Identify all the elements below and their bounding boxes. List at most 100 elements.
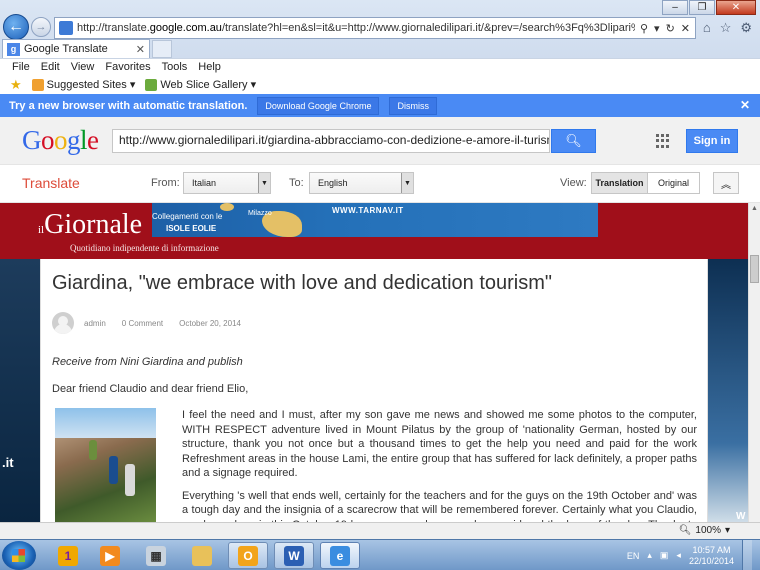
chevron-down-icon: ▼ — [401, 173, 413, 193]
close-window-icon[interactable]: ✕ — [716, 0, 756, 15]
article-comments[interactable]: 0 Comment — [122, 319, 163, 328]
stop-icon[interactable]: ✕ — [681, 22, 690, 35]
translate-title[interactable]: Translate — [22, 175, 80, 191]
zoom-control[interactable]: 🔍︎ 100% ▾ — [679, 525, 730, 536]
favorites-star-icon[interactable]: ★ — [10, 77, 22, 93]
taskbar-app-outlook[interactable]: O — [228, 542, 268, 569]
status-bar: 🔍︎ 100% ▾ — [0, 522, 760, 539]
tab-google-translate[interactable]: g Google Translate ✕ — [2, 39, 150, 58]
from-label: From: — [151, 177, 180, 189]
url-input[interactable]: http://www.giornaledilipari.it/giardina-… — [112, 129, 550, 153]
volume-icon[interactable]: ◂ — [676, 550, 681, 561]
search-button[interactable]: 🔍︎ — [551, 129, 596, 153]
forward-arrow-icon: → — [35, 21, 47, 33]
close-promo-icon[interactable]: ✕ — [740, 98, 750, 112]
window-controls: – ❐ ✕ — [662, 0, 756, 15]
maximize-icon[interactable]: ❐ — [689, 0, 715, 15]
page-favicon-icon — [59, 21, 73, 35]
google-favicon-icon: g — [7, 42, 20, 56]
toolbar-icons: ⌂ ☆ ⚙ — [703, 20, 752, 36]
sign-in-button[interactable]: Sign in — [686, 129, 738, 153]
clock-date: 22/10/2014 — [688, 555, 734, 566]
view-original-button[interactable]: Original — [647, 172, 700, 194]
taskbar-app-word[interactable]: W — [274, 542, 314, 569]
from-language-select[interactable]: Italian ▼ — [183, 172, 271, 194]
view-label: View: — [560, 177, 587, 189]
search-icon[interactable]: ⚲ — [640, 22, 648, 35]
menu-tools[interactable]: Tools — [162, 61, 188, 73]
calculator-icon: ▦ — [146, 545, 166, 566]
advertisement-banner[interactable]: Collegamenti con le ISOLE EOLIE Milazzo … — [152, 203, 598, 237]
back-arrow-icon: ← — [8, 18, 24, 35]
vertical-scrollbar[interactable]: ▲ — [748, 203, 760, 522]
suggested-sites[interactable]: Suggested Sites ▾ — [31, 78, 135, 91]
refresh-icon[interactable]: ↻ — [666, 22, 675, 35]
dismiss-button[interactable]: Dismiss — [389, 96, 437, 115]
suggested-sites-icon — [31, 78, 44, 91]
show-desktop-button[interactable] — [742, 540, 752, 570]
taskbar-app-media-player[interactable]: ▶ — [90, 542, 130, 569]
dropdown-icon[interactable]: ▾ — [654, 22, 660, 35]
article-intro: Receive from Nini Giardina and publish — [52, 356, 243, 368]
language-indicator[interactable]: EN — [627, 551, 640, 561]
taskbar-app-onenote[interactable]: 1 — [48, 542, 88, 569]
scrollbar-thumb[interactable] — [750, 255, 759, 283]
address-bar-actions: ⚲ ▾ ↻ ✕ — [635, 22, 695, 35]
article-paragraph: I feel the need and I must, after my son… — [182, 409, 697, 479]
menu-favorites[interactable]: Favorites — [105, 61, 150, 73]
word-icon: W — [284, 545, 304, 566]
collapse-icon[interactable]: ︽ — [713, 172, 739, 194]
tray-expand-icon[interactable]: ▴ — [647, 550, 652, 561]
favorites-bar: ★ Suggested Sites ▾ Web Slice Gallery ▾ — [0, 75, 760, 94]
tab-title: Google Translate — [24, 43, 108, 55]
taskbar-app-calculator[interactable]: ▦ — [136, 542, 176, 569]
chrome-promo-bar: Try a new browser with automatic transla… — [0, 94, 760, 117]
forward-button[interactable]: → — [31, 17, 51, 37]
taskbar: 1 ▶ ▦ O W e EN ▴ ▣ ◂ 10:57 AM 22/10/2014 — [0, 539, 760, 570]
chevron-down-icon: ▾ — [724, 525, 730, 536]
taskbar-app-explorer[interactable] — [182, 542, 222, 569]
translated-page: ilGiornale Quotidiano indipendente di in… — [0, 203, 748, 522]
apps-grid-icon[interactable] — [656, 134, 670, 148]
back-button[interactable]: ← — [3, 14, 29, 40]
to-label: To: — [289, 177, 304, 189]
favorites-star-icon[interactable]: ☆ — [720, 20, 732, 36]
article-meta: admin 0 Comment October 20, 2014 — [52, 312, 257, 334]
ad-line-2: ISOLE EOLIE — [166, 224, 217, 233]
minimize-icon[interactable]: – — [662, 0, 688, 15]
network-icon[interactable]: ▣ — [660, 550, 669, 561]
download-chrome-button[interactable]: Download Google Chrome — [257, 96, 380, 115]
tab-close-icon[interactable]: ✕ — [136, 43, 145, 56]
article-photo — [55, 408, 156, 522]
google-logo[interactable]: Google — [22, 125, 99, 156]
left-side-ad[interactable]: .it — [0, 259, 40, 522]
article-author[interactable]: admin — [84, 319, 106, 328]
address-bar[interactable]: http://translate.google.com.au/translate… — [54, 17, 696, 39]
article-paragraph: Everything 's well that ends well, certa… — [182, 489, 697, 523]
menu-view[interactable]: View — [71, 61, 95, 73]
taskbar-app-internet-explorer[interactable]: e — [320, 542, 360, 569]
address-url[interactable]: http://translate.google.com.au/translate… — [77, 22, 635, 34]
ad-line-1: Collegamenti con le — [152, 212, 223, 221]
media-player-icon: ▶ — [100, 545, 120, 566]
home-icon[interactable]: ⌂ — [703, 20, 711, 36]
ad-site: WWW.TARNAV.IT — [332, 206, 404, 215]
article-date: October 20, 2014 — [179, 318, 241, 328]
view-translation-button[interactable]: Translation — [591, 172, 648, 194]
site-banner: ilGiornale Quotidiano indipendente di in… — [0, 203, 748, 259]
menu-edit[interactable]: Edit — [41, 61, 60, 73]
scroll-up-icon[interactable]: ▲ — [751, 205, 758, 212]
avatar — [52, 312, 74, 334]
to-language-select[interactable]: English ▼ — [309, 172, 414, 194]
zoom-icon: 🔍︎ — [678, 525, 692, 536]
menu-file[interactable]: File — [12, 61, 30, 73]
start-button[interactable] — [2, 541, 36, 570]
new-tab-button[interactable] — [152, 40, 172, 58]
clock[interactable]: 10:57 AM 22/10/2014 — [689, 545, 734, 567]
right-side-ad[interactable]: W — [708, 259, 748, 522]
web-slice-gallery[interactable]: Web Slice Gallery ▾ — [145, 78, 256, 91]
menu-help[interactable]: Help — [198, 61, 221, 73]
site-tagline: Quotidiano indipendente di informazione — [70, 243, 219, 253]
gear-icon[interactable]: ⚙ — [740, 20, 752, 36]
site-logo[interactable]: ilGiornale — [38, 209, 142, 241]
